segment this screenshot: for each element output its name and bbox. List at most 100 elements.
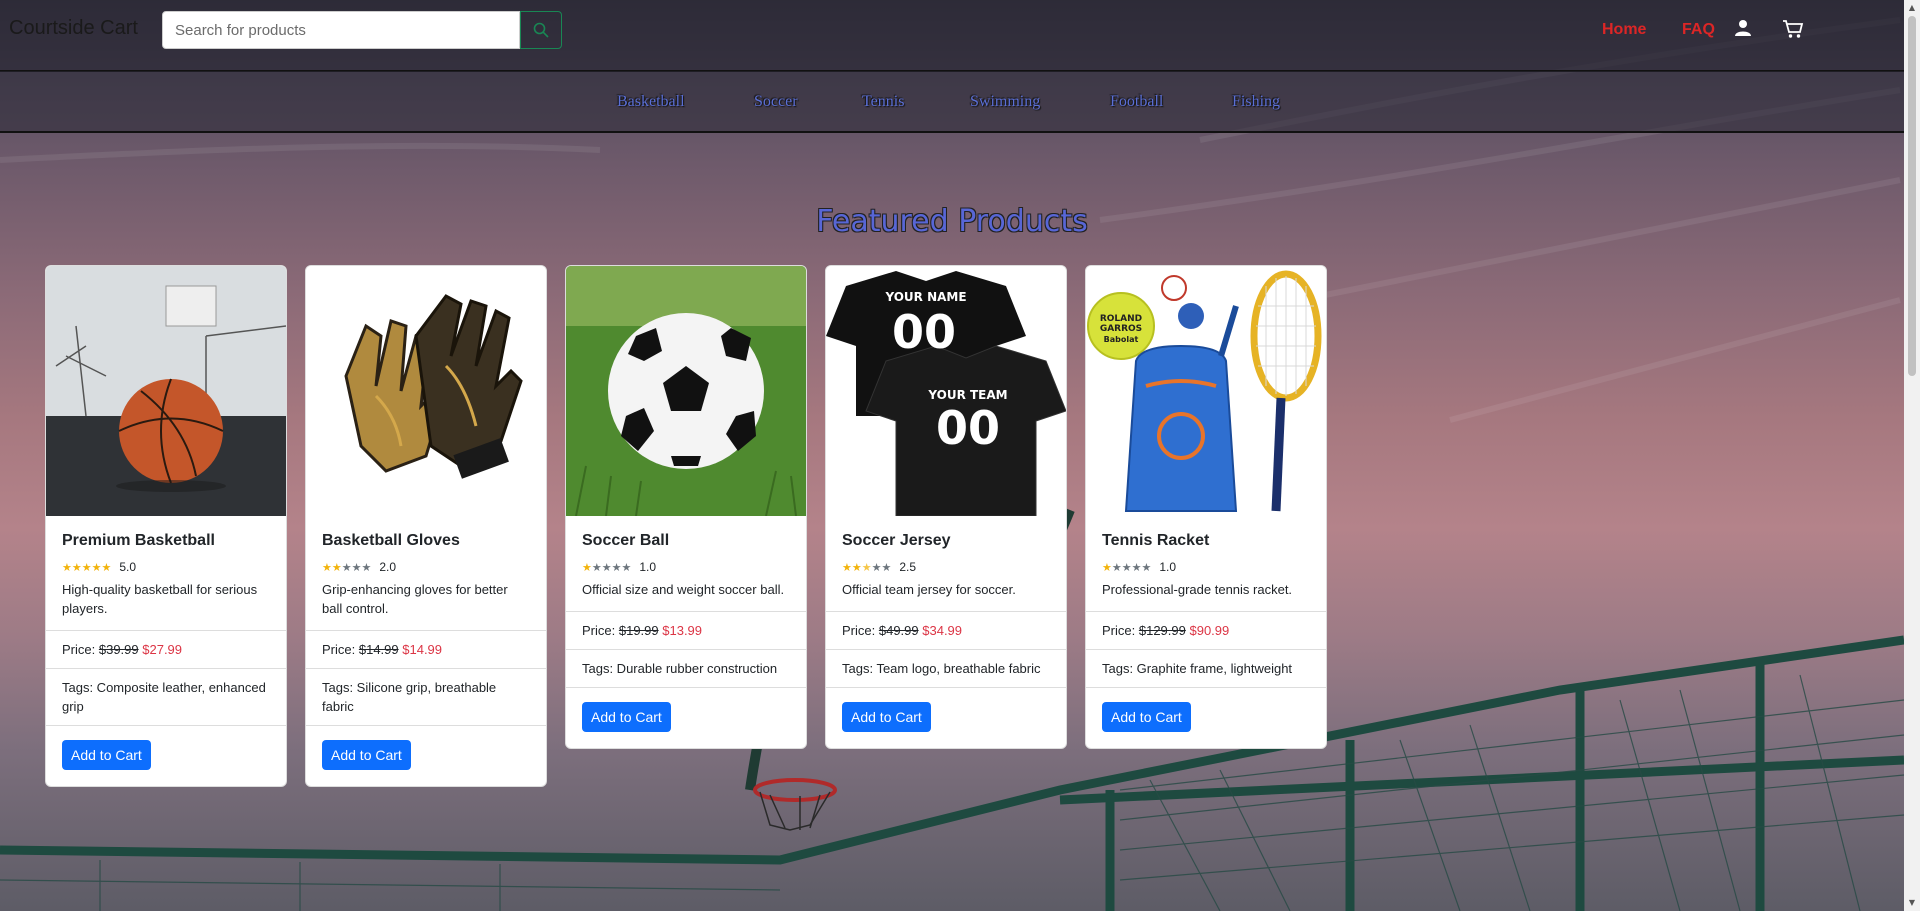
scrollbar-thumb[interactable]: [1908, 16, 1916, 376]
category-swimming[interactable]: Swimming: [970, 93, 1040, 111]
product-tags: Tags: Silicone grip, breathable fabric: [306, 668, 546, 725]
product-image-soccer-ball[interactable]: [566, 266, 806, 516]
price-label: Price:: [322, 642, 356, 657]
product-image-tennis-racket[interactable]: ROLAND GARROS Babolat: [1086, 266, 1326, 516]
product-price: Price: $129.99 $90.99: [1086, 611, 1326, 649]
search-input[interactable]: [162, 11, 520, 49]
scroll-down-icon[interactable]: ▼: [1904, 895, 1920, 911]
product-title[interactable]: Basketball Gloves: [322, 532, 530, 550]
rating-value: 2.0: [379, 560, 397, 574]
jersey-team-text: YOUR TEAM: [927, 388, 1007, 402]
star-icon: ★: [1141, 561, 1152, 574]
star-icon: ★: [1131, 561, 1142, 574]
product-image-gloves[interactable]: [306, 266, 546, 516]
star-rating: ★★★★★: [842, 561, 891, 574]
jersey-number-text: 00: [892, 305, 956, 359]
rating-value: 2.5: [899, 560, 917, 574]
star-icon: ★: [871, 561, 882, 574]
product-card: ROLAND GARROS Babolat Tennis Racket ★★★★…: [1085, 265, 1327, 749]
price-label: Price:: [842, 623, 876, 638]
product-card: Basketball Gloves ★★★★★ 2.0 Grip-enhanci…: [305, 265, 547, 787]
category-soccer[interactable]: Soccer: [754, 93, 798, 111]
product-description: Professional-grade tennis racket.: [1102, 582, 1293, 597]
category-fishing[interactable]: Fishing: [1232, 93, 1280, 111]
star-icon: ★: [601, 561, 612, 574]
add-to-cart-button[interactable]: Add to Cart: [62, 740, 151, 770]
product-card: Premium Basketball ★★★★★ 5.0 High-qualit…: [45, 265, 287, 787]
star-icon: ★: [1121, 561, 1132, 574]
sale-price: $27.99: [142, 642, 183, 657]
product-price: Price: $39.99 $27.99: [46, 630, 286, 668]
star-rating: ★★★★★: [62, 561, 111, 574]
star-icon: ★: [861, 561, 872, 574]
price-label: Price:: [582, 623, 616, 638]
star-icon: ★: [621, 561, 632, 574]
star-icon: ★: [1102, 561, 1112, 574]
product-title[interactable]: Tennis Racket: [1102, 532, 1310, 550]
product-description: Official team jersey for soccer.: [842, 582, 1016, 597]
nav-home-link[interactable]: Home: [1602, 21, 1646, 39]
add-to-cart-button[interactable]: Add to Cart: [1102, 702, 1191, 732]
product-price: Price: $19.99 $13.99: [566, 611, 806, 649]
search-button[interactable]: [520, 11, 562, 49]
product-rating: ★★★★★ 2.5: [842, 560, 1050, 574]
product-tags: Tags: Graphite frame, lightweight: [1086, 649, 1326, 687]
old-price: $129.99: [1138, 623, 1186, 638]
rating-value: 1.0: [1159, 560, 1177, 574]
add-to-cart-button[interactable]: Add to Cart: [842, 702, 931, 732]
scroll-up-icon[interactable]: ▲: [1904, 0, 1920, 16]
product-title[interactable]: Soccer Ball: [582, 532, 790, 550]
sale-price: $90.99: [1189, 623, 1230, 638]
section-title: Featured Products: [816, 204, 1088, 239]
star-icon: ★: [101, 561, 112, 574]
star-rating: ★★★★★: [1102, 561, 1151, 574]
jersey-team-number-text: 00: [936, 401, 1000, 455]
star-icon: ★: [361, 561, 372, 574]
product-image-jersey[interactable]: YOUR NAME 00 YOUR TEAM 00: [826, 266, 1066, 516]
product-title[interactable]: Premium Basketball: [62, 532, 270, 550]
old-price: $49.99: [878, 623, 919, 638]
product-title[interactable]: Soccer Jersey: [842, 532, 1050, 550]
price-label: Price:: [62, 642, 96, 657]
product-image-basketball[interactable]: [46, 266, 286, 516]
star-icon: ★: [611, 561, 622, 574]
sale-price: $34.99: [922, 623, 963, 638]
nav-faq-link[interactable]: FAQ: [1682, 21, 1715, 39]
cart-icon[interactable]: [1782, 19, 1804, 43]
sale-price: $13.99: [662, 623, 703, 638]
category-basketball[interactable]: Basketball: [617, 93, 685, 111]
product-tags: Tags: Composite leather, enhanced grip: [46, 668, 286, 725]
star-icon: ★: [842, 561, 852, 574]
category-football[interactable]: Football: [1110, 93, 1163, 111]
add-to-cart-button[interactable]: Add to Cart: [582, 702, 671, 732]
star-icon: ★: [71, 561, 82, 574]
ball-brand-text: Babolat: [1104, 335, 1139, 344]
user-icon[interactable]: [1734, 19, 1752, 41]
sale-price: $14.99: [402, 642, 443, 657]
price-label: Price:: [1102, 623, 1136, 638]
star-icon: ★: [62, 561, 72, 574]
star-icon: ★: [331, 561, 342, 574]
product-card: Soccer Ball ★★★★★ 1.0 Official size and …: [565, 265, 807, 749]
product-rating: ★★★★★ 1.0: [582, 560, 790, 574]
ball-text-1: ROLAND: [1100, 314, 1142, 324]
star-icon: ★: [582, 561, 592, 574]
star-icon: ★: [91, 561, 102, 574]
star-icon: ★: [351, 561, 362, 574]
star-icon: ★: [341, 561, 352, 574]
star-icon: ★: [881, 561, 892, 574]
add-to-cart-button[interactable]: Add to Cart: [322, 740, 411, 770]
star-icon: ★: [591, 561, 602, 574]
product-rating: ★★★★★ 2.0: [322, 560, 530, 574]
product-tags: Tags: Team logo, breathable fabric: [826, 649, 1066, 687]
category-bar: Basketball Soccer Tennis Swimming Footba…: [0, 71, 1904, 133]
old-price: $19.99: [618, 623, 659, 638]
product-description: Official size and weight soccer ball.: [582, 582, 785, 597]
star-icon: ★: [851, 561, 862, 574]
product-rating: ★★★★★ 5.0: [62, 560, 270, 574]
brand-logo[interactable]: Courtside Cart: [9, 17, 138, 40]
category-tennis[interactable]: Tennis: [862, 93, 904, 111]
old-price: $39.99: [98, 642, 139, 657]
rating-value: 1.0: [639, 560, 657, 574]
product-price: Price: $49.99 $34.99: [826, 611, 1066, 649]
